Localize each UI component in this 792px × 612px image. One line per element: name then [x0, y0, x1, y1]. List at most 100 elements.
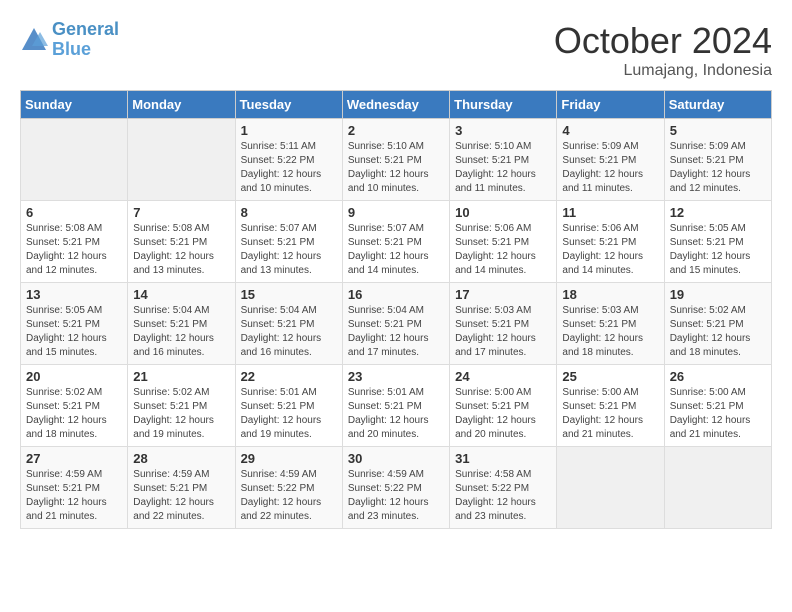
day-content: Sunrise: 4:59 AM Sunset: 5:21 PM Dayligh… — [133, 468, 229, 524]
header-cell-tuesday: Tuesday — [235, 91, 342, 119]
calendar-cell: 2 Sunrise: 5:10 AM Sunset: 5:21 PM Daylig… — [342, 119, 449, 201]
calendar-cell: 20 Sunrise: 5:02 AM Sunset: 5:21 PM Dayli… — [21, 365, 128, 447]
calendar-cell — [557, 447, 664, 529]
day-content: Sunrise: 5:10 AM Sunset: 5:21 PM Dayligh… — [348, 140, 444, 196]
day-content: Sunrise: 4:59 AM Sunset: 5:22 PM Dayligh… — [241, 468, 337, 524]
location-subtitle: Lumajang, Indonesia — [554, 62, 772, 80]
day-content: Sunrise: 5:00 AM Sunset: 5:21 PM Dayligh… — [562, 386, 658, 442]
day-number: 10 — [455, 205, 551, 220]
day-content: Sunrise: 5:00 AM Sunset: 5:21 PM Dayligh… — [670, 386, 766, 442]
day-number: 28 — [133, 451, 229, 466]
calendar-cell — [128, 119, 235, 201]
day-content: Sunrise: 5:07 AM Sunset: 5:21 PM Dayligh… — [241, 222, 337, 278]
calendar-cell: 24 Sunrise: 5:00 AM Sunset: 5:21 PM Dayli… — [450, 365, 557, 447]
day-content: Sunrise: 5:10 AM Sunset: 5:21 PM Dayligh… — [455, 140, 551, 196]
day-number: 25 — [562, 369, 658, 384]
day-number: 7 — [133, 205, 229, 220]
day-number: 11 — [562, 205, 658, 220]
day-content: Sunrise: 5:02 AM Sunset: 5:21 PM Dayligh… — [133, 386, 229, 442]
header-cell-friday: Friday — [557, 91, 664, 119]
day-content: Sunrise: 5:09 AM Sunset: 5:21 PM Dayligh… — [562, 140, 658, 196]
day-content: Sunrise: 5:08 AM Sunset: 5:21 PM Dayligh… — [26, 222, 122, 278]
day-number: 17 — [455, 287, 551, 302]
header-cell-monday: Monday — [128, 91, 235, 119]
day-number: 3 — [455, 123, 551, 138]
day-number: 12 — [670, 205, 766, 220]
calendar-cell: 31Sunrise: 4:58 AM Sunset: 5:22 PM Dayli… — [450, 447, 557, 529]
day-number: 21 — [133, 369, 229, 384]
header-row: SundayMondayTuesdayWednesdayThursdayFrid… — [21, 91, 772, 119]
calendar-cell: 25 Sunrise: 5:00 AM Sunset: 5:21 PM Dayli… — [557, 365, 664, 447]
day-number: 20 — [26, 369, 122, 384]
day-number: 9 — [348, 205, 444, 220]
calendar-week-4: 20 Sunrise: 5:02 AM Sunset: 5:21 PM Dayli… — [21, 365, 772, 447]
day-content: Sunrise: 5:00 AM Sunset: 5:21 PM Dayligh… — [455, 386, 551, 442]
day-content: Sunrise: 5:04 AM Sunset: 5:21 PM Dayligh… — [133, 304, 229, 360]
calendar-cell: 17 Sunrise: 5:03 AM Sunset: 5:21 PM Dayli… — [450, 283, 557, 365]
day-number: 19 — [670, 287, 766, 302]
page-header: General Blue October 2024 Lumajang, Indo… — [20, 20, 772, 80]
day-number: 18 — [562, 287, 658, 302]
calendar-cell: 5 Sunrise: 5:09 AM Sunset: 5:21 PM Daylig… — [664, 119, 771, 201]
calendar-cell: 1Sunrise: 5:11 AM Sunset: 5:22 PM Daylig… — [235, 119, 342, 201]
day-number: 27 — [26, 451, 122, 466]
day-content: Sunrise: 4:59 AM Sunset: 5:22 PM Dayligh… — [348, 468, 444, 524]
header-cell-sunday: Sunday — [21, 91, 128, 119]
day-number: 30 — [348, 451, 444, 466]
logo-icon — [20, 26, 48, 54]
day-content: Sunrise: 5:05 AM Sunset: 5:21 PM Dayligh… — [26, 304, 122, 360]
calendar-cell: 18Sunrise: 5:03 AM Sunset: 5:21 PM Dayli… — [557, 283, 664, 365]
day-content: Sunrise: 5:03 AM Sunset: 5:21 PM Dayligh… — [455, 304, 551, 360]
day-number: 5 — [670, 123, 766, 138]
day-number: 22 — [241, 369, 337, 384]
day-number: 29 — [241, 451, 337, 466]
logo-text: General Blue — [52, 20, 119, 60]
calendar-cell: 29 Sunrise: 4:59 AM Sunset: 5:22 PM Dayli… — [235, 447, 342, 529]
day-number: 8 — [241, 205, 337, 220]
day-content: Sunrise: 5:06 AM Sunset: 5:21 PM Dayligh… — [455, 222, 551, 278]
calendar-week-1: 1Sunrise: 5:11 AM Sunset: 5:22 PM Daylig… — [21, 119, 772, 201]
calendar-cell — [664, 447, 771, 529]
calendar-cell: 12Sunrise: 5:05 AM Sunset: 5:21 PM Dayli… — [664, 201, 771, 283]
day-content: Sunrise: 5:01 AM Sunset: 5:21 PM Dayligh… — [241, 386, 337, 442]
logo: General Blue — [20, 20, 119, 60]
day-content: Sunrise: 4:58 AM Sunset: 5:22 PM Dayligh… — [455, 468, 551, 524]
calendar-week-3: 13 Sunrise: 5:05 AM Sunset: 5:21 PM Dayli… — [21, 283, 772, 365]
day-number: 26 — [670, 369, 766, 384]
day-number: 6 — [26, 205, 122, 220]
day-number: 23 — [348, 369, 444, 384]
calendar-cell: 22 Sunrise: 5:01 AM Sunset: 5:21 PM Dayli… — [235, 365, 342, 447]
calendar-cell: 27 Sunrise: 4:59 AM Sunset: 5:21 PM Dayli… — [21, 447, 128, 529]
header-cell-wednesday: Wednesday — [342, 91, 449, 119]
calendar-cell: 16Sunrise: 5:04 AM Sunset: 5:21 PM Dayli… — [342, 283, 449, 365]
calendar-cell: 8 Sunrise: 5:07 AM Sunset: 5:21 PM Daylig… — [235, 201, 342, 283]
calendar-cell: 4 Sunrise: 5:09 AM Sunset: 5:21 PM Daylig… — [557, 119, 664, 201]
day-content: Sunrise: 5:04 AM Sunset: 5:21 PM Dayligh… — [348, 304, 444, 360]
day-content: Sunrise: 5:04 AM Sunset: 5:21 PM Dayligh… — [241, 304, 337, 360]
title-block: October 2024 Lumajang, Indonesia — [554, 20, 772, 80]
day-content: Sunrise: 5:02 AM Sunset: 5:21 PM Dayligh… — [670, 304, 766, 360]
day-number: 13 — [26, 287, 122, 302]
day-content: Sunrise: 5:02 AM Sunset: 5:21 PM Dayligh… — [26, 386, 122, 442]
calendar-table: SundayMondayTuesdayWednesdayThursdayFrid… — [20, 90, 772, 529]
day-number: 2 — [348, 123, 444, 138]
calendar-header: SundayMondayTuesdayWednesdayThursdayFrid… — [21, 91, 772, 119]
day-number: 4 — [562, 123, 658, 138]
calendar-cell: 28 Sunrise: 4:59 AM Sunset: 5:21 PM Dayli… — [128, 447, 235, 529]
calendar-cell: 10 Sunrise: 5:06 AM Sunset: 5:21 PM Dayli… — [450, 201, 557, 283]
day-content: Sunrise: 5:07 AM Sunset: 5:21 PM Dayligh… — [348, 222, 444, 278]
day-content: Sunrise: 5:06 AM Sunset: 5:21 PM Dayligh… — [562, 222, 658, 278]
calendar-cell: 11 Sunrise: 5:06 AM Sunset: 5:21 PM Dayli… — [557, 201, 664, 283]
day-content: Sunrise: 4:59 AM Sunset: 5:21 PM Dayligh… — [26, 468, 122, 524]
calendar-week-5: 27 Sunrise: 4:59 AM Sunset: 5:21 PM Dayli… — [21, 447, 772, 529]
calendar-cell: 3 Sunrise: 5:10 AM Sunset: 5:21 PM Daylig… — [450, 119, 557, 201]
day-number: 24 — [455, 369, 551, 384]
day-content: Sunrise: 5:09 AM Sunset: 5:21 PM Dayligh… — [670, 140, 766, 196]
day-content: Sunrise: 5:08 AM Sunset: 5:21 PM Dayligh… — [133, 222, 229, 278]
day-content: Sunrise: 5:01 AM Sunset: 5:21 PM Dayligh… — [348, 386, 444, 442]
calendar-cell: 6 Sunrise: 5:08 AM Sunset: 5:21 PM Daylig… — [21, 201, 128, 283]
calendar-cell: 19 Sunrise: 5:02 AM Sunset: 5:21 PM Dayli… — [664, 283, 771, 365]
header-cell-saturday: Saturday — [664, 91, 771, 119]
calendar-cell — [21, 119, 128, 201]
month-title: October 2024 — [554, 20, 772, 62]
